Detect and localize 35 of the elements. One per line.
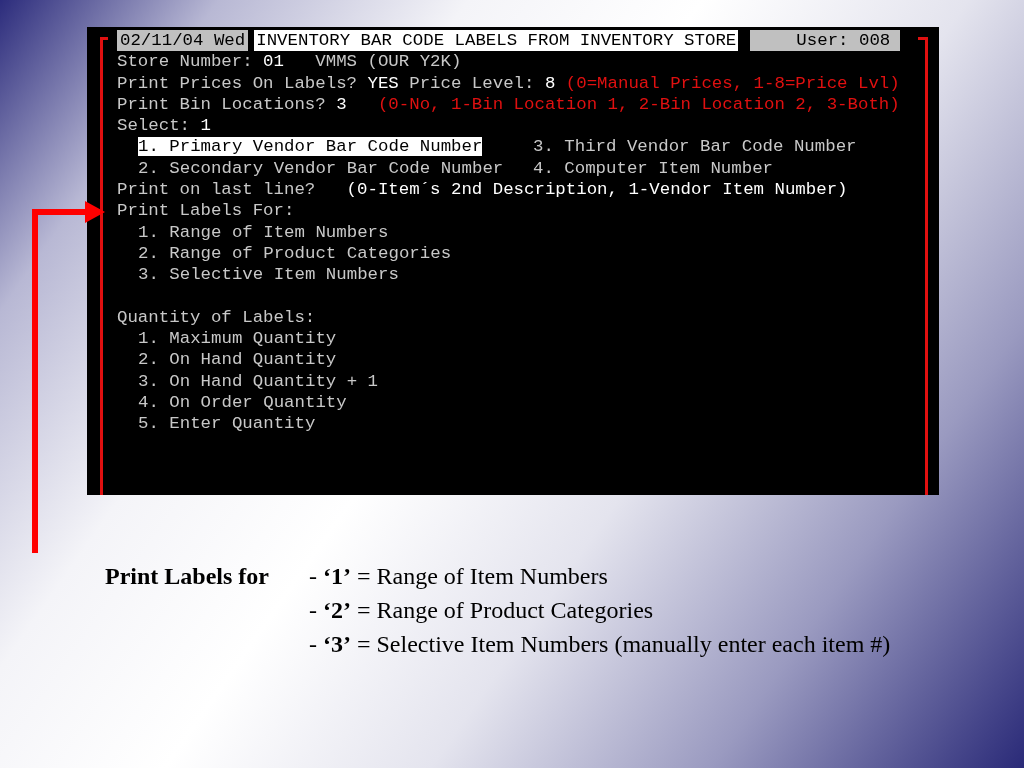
menu-option: 3. On Hand Quantity + 1 [138, 371, 379, 391]
terminal-text: Quantity of Labels: [117, 307, 316, 327]
caption-line: - ‘1’ = Range of Item Numbers [309, 562, 609, 591]
menu-option[interactable]: 2. Secondary Vendor Bar Code Number [138, 157, 533, 180]
terminal-text: 8 [544, 73, 556, 93]
terminal-text: Store Number: [117, 52, 254, 72]
caption-label: Print Labels for [105, 562, 270, 591]
menu-option: 1. Range of Item Numbers [138, 222, 389, 242]
caption-line: - ‘2’ = Range of Product Categories [309, 596, 655, 625]
user-field: User: 008 [750, 30, 901, 52]
menu-option: 1. Maximum Quantity [138, 329, 337, 349]
menu-option: 2. Range of Product Categories [138, 243, 452, 263]
menu-option: 3. Selective Item Numbers [138, 265, 399, 285]
menu-option: 2. On Hand Quantity [138, 350, 337, 370]
terminal-text: Print Prices On Labels? [117, 73, 359, 93]
date-field: 02/11/04 Wed [117, 30, 249, 52]
terminal-text: Print on last line? [117, 180, 317, 200]
caption-line: - ‘3’ = Selective Item Numbers (manually enter each item #) [309, 630, 891, 659]
menu-option[interactable]: 4. Computer Item Number [533, 157, 774, 180]
screen-title: INVENTORY BAR CODE LABELS FROM INVENTORY STORE [254, 30, 739, 52]
terminal-text: 3 [336, 94, 347, 114]
menu-option: 5. Enter Quantity [138, 414, 316, 434]
terminal-text: (0-Item´s 2nd Description, 1-Vendor Item Number) [346, 180, 848, 200]
menu-option: 4. On Order Quantity [138, 393, 347, 413]
terminal-text: 1 [200, 116, 211, 136]
option-hint: (0=Manual Prices, 1-8=Price Lvl) [564, 73, 900, 93]
menu-option[interactable]: 3. Third Vendor Bar Code Number [533, 136, 857, 158]
terminal-text: Select: [117, 116, 192, 136]
terminal-text: VMMS (OUR Y2K) [314, 52, 462, 72]
terminal-text: Price Level: [408, 73, 536, 93]
terminal-text: YES [367, 73, 399, 93]
terminal-text: Print Bin Locations? [117, 94, 327, 114]
terminal-text: 01 [263, 52, 284, 72]
option-hint: (0-No, 1-Bin Location 1, 2-Bin Location 2, 3-Both) [376, 94, 900, 114]
terminal-text: Print Labels For: [117, 201, 295, 221]
